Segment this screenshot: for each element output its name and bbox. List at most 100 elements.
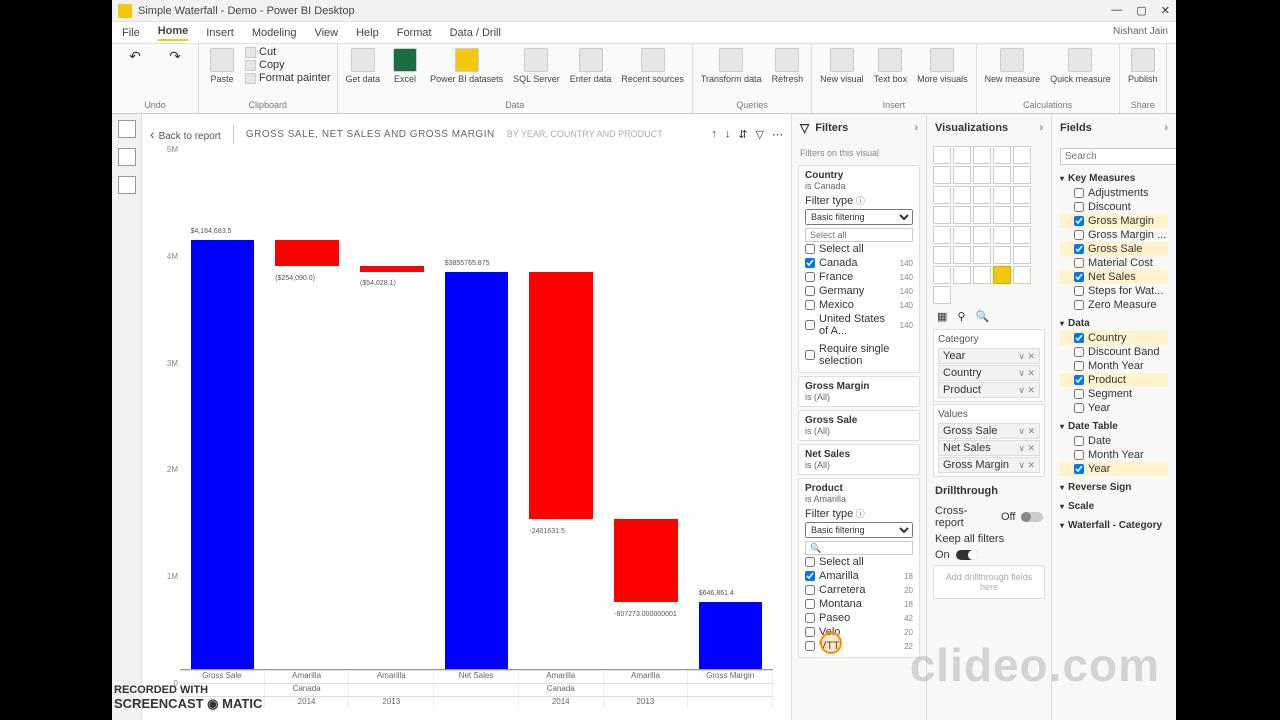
format-tab-icon[interactable]: ⚲ [957,310,965,323]
field-item[interactable]: Month Year [1060,448,1168,462]
country-search[interactable] [805,228,913,242]
fields-search[interactable] [1060,148,1176,165]
field-pill[interactable]: Product∨ ✕ [938,382,1040,398]
viz-type-icon[interactable] [1013,186,1031,204]
viz-type-icon[interactable] [953,226,971,244]
viz-type-icon[interactable] [953,206,971,224]
tab-format[interactable]: Format [397,27,432,39]
table-header[interactable]: Data [1060,316,1168,331]
viz-type-icon[interactable] [973,166,991,184]
undo-button[interactable]: ↶ [118,46,152,67]
field-item[interactable]: Gross Sale [1060,242,1168,256]
enter-data-button[interactable]: Enter data [568,46,614,86]
field-item[interactable]: Gross Margin ... [1060,228,1168,242]
text-box-button[interactable]: Text box [872,46,910,86]
cross-report-toggle[interactable] [1021,512,1043,522]
new-visual-button[interactable]: New visual [818,46,866,86]
filter-item[interactable]: Carretera20 [805,583,913,597]
field-item[interactable]: Material Cost [1060,256,1168,270]
bar-Net Sales[interactable] [445,272,509,669]
close-button[interactable]: ✕ [1161,4,1170,17]
redo-button[interactable]: ↷ [158,46,192,67]
field-item[interactable]: Country [1060,331,1168,345]
viz-type-icon[interactable] [993,266,1011,284]
filter-item[interactable]: Mexico140 [805,298,913,312]
cut-button[interactable]: Cut [245,46,331,58]
bar-Gross Sale[interactable] [191,240,255,669]
field-pill[interactable]: Year∨ ✕ [938,348,1040,364]
filter-item[interactable]: Paseo42 [805,611,913,625]
drill-up-icon[interactable]: ↑ [711,128,717,141]
transform-data-button[interactable]: Transform data [699,46,764,86]
bar-Gross Margin[interactable] [699,602,763,669]
field-pill[interactable]: Net Sales∨ ✕ [938,440,1040,456]
table-header[interactable]: Waterfall - Category [1060,518,1168,533]
bar-Amarilla-1[interactable] [275,240,339,266]
field-item[interactable]: Segment [1060,387,1168,401]
viz-gallery[interactable] [931,144,1047,306]
bar-Amarilla-2[interactable] [360,266,424,272]
field-item[interactable]: Gross Margin [1060,214,1168,228]
tab-file[interactable]: File [122,27,140,39]
viz-type-icon[interactable] [993,166,1011,184]
viz-type-icon[interactable] [973,226,991,244]
filter-item[interactable]: Germany140 [805,284,913,298]
filter-gross-margin[interactable]: Gross Marginis (All) [798,376,920,407]
tab-insert[interactable]: Insert [206,27,234,39]
viz-type-icon[interactable] [1013,226,1031,244]
table-header[interactable]: Date Table [1060,419,1168,434]
viz-type-icon[interactable] [993,186,1011,204]
new-measure-button[interactable]: New measure [983,46,1043,86]
viz-type-icon[interactable] [933,266,951,284]
table-header[interactable]: Scale [1060,499,1168,514]
more-visuals-button[interactable]: More visuals [915,46,970,86]
excel-button[interactable]: Excel [388,46,422,86]
viz-type-icon[interactable] [993,246,1011,264]
field-item[interactable]: Discount Band [1060,345,1168,359]
maximize-button[interactable]: ▢ [1136,4,1146,17]
field-pill[interactable]: Country∨ ✕ [938,365,1040,381]
viz-type-icon[interactable] [933,226,951,244]
filter-item[interactable]: Amarilla18 [805,569,913,583]
drillthrough-drop[interactable]: Add drillthrough fields here [933,565,1045,599]
get-data-button[interactable]: Get data [344,46,383,86]
filter-item[interactable]: France140 [805,270,913,284]
filter-icon[interactable]: ▽ [756,128,764,141]
model-view-icon[interactable] [118,176,136,194]
tab-help[interactable]: Help [356,27,379,39]
viz-type-icon[interactable] [973,186,991,204]
analytics-tab-icon[interactable]: 🔍 [975,310,989,323]
viz-type-icon[interactable] [953,266,971,284]
field-item[interactable]: Adjustments [1060,186,1168,200]
filter-gross-sale[interactable]: Gross Saleis (All) [798,410,920,441]
field-pill[interactable]: Gross Margin∨ ✕ [938,457,1040,473]
viz-type-icon[interactable] [933,146,951,164]
tab-home[interactable]: Home [158,25,189,41]
filter-type-select[interactable]: Basic filtering [805,209,913,225]
field-item[interactable]: Steps for Wat... [1060,284,1168,298]
viz-type-icon[interactable] [993,226,1011,244]
bar-Amarilla-4[interactable] [614,519,678,602]
viz-type-icon[interactable] [1013,246,1031,264]
field-item[interactable]: Year [1060,462,1168,476]
viz-type-icon[interactable] [933,186,951,204]
viz-type-icon[interactable] [973,206,991,224]
bar-Amarilla-3[interactable] [529,272,593,519]
field-pill[interactable]: Gross Sale∨ ✕ [938,423,1040,439]
back-to-report[interactable]: Back to report [150,126,221,142]
table-header[interactable]: Reverse Sign [1060,480,1168,495]
viz-type-icon[interactable] [953,186,971,204]
drill-down-icon[interactable]: ↓ [725,128,731,141]
field-item[interactable]: Year [1060,401,1168,415]
field-item[interactable]: Product [1060,373,1168,387]
product-search[interactable] [805,541,913,555]
report-view-icon[interactable] [118,120,136,138]
tab-datadrill[interactable]: Data / Drill [450,27,501,39]
viz-type-icon[interactable] [1013,146,1031,164]
paste-button[interactable]: Paste [205,46,239,86]
viz-type-icon[interactable] [953,146,971,164]
publish-button[interactable]: Publish [1126,46,1160,86]
filter-product[interactable]: Product is Amarilla Filter type ⓘ Basic … [798,478,920,658]
expand-icon[interactable]: ⇵ [738,128,747,141]
filter-country[interactable]: Country is Canada Filter type ⓘ Basic fi… [798,165,920,373]
